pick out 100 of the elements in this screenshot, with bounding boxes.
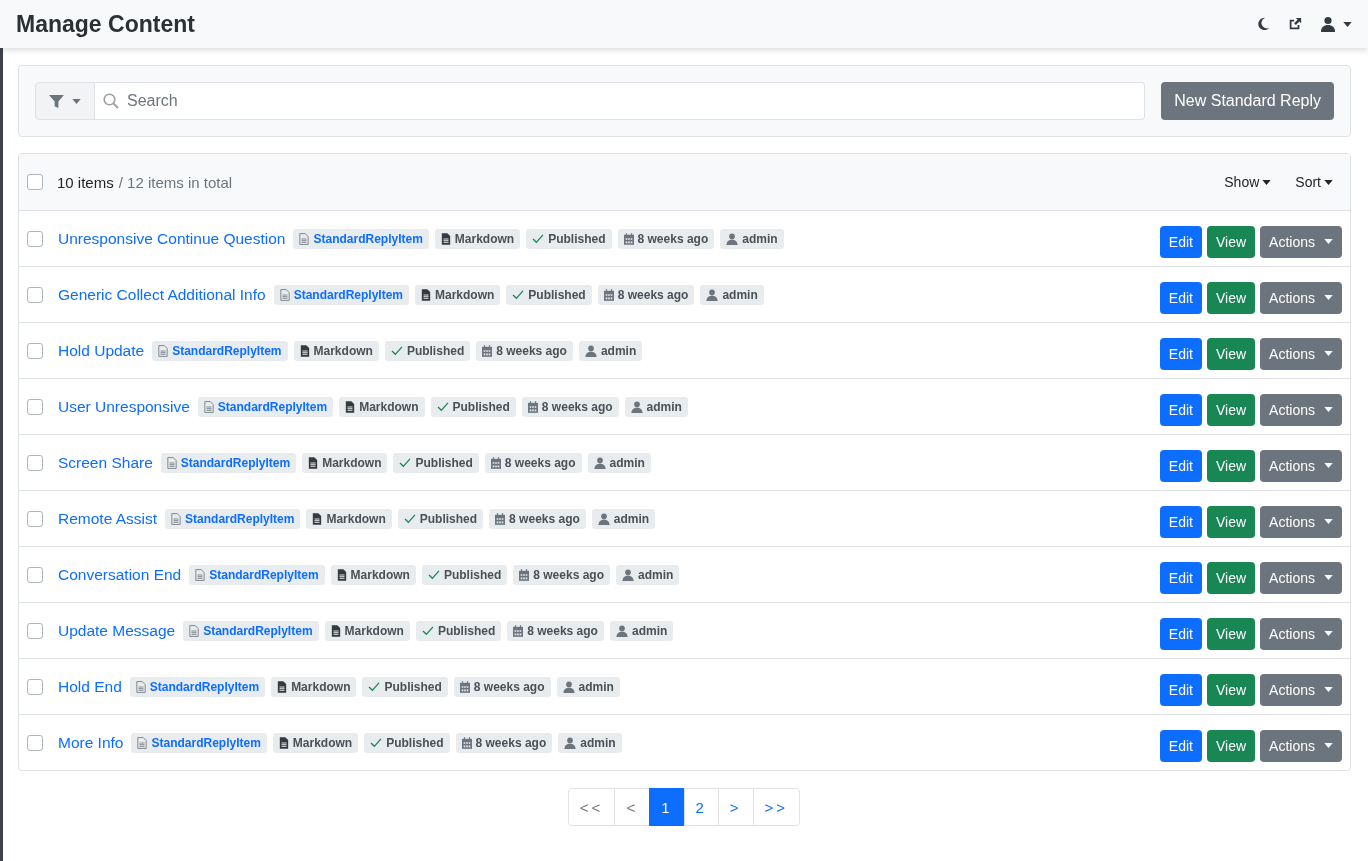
file-icon: [345, 400, 356, 413]
actions-dropdown[interactable]: Actions: [1260, 505, 1342, 538]
status-tag: Published: [364, 732, 450, 753]
file-icon: [421, 288, 431, 301]
edit-button[interactable]: Edit: [1159, 281, 1202, 314]
item-title-link[interactable]: Update Message: [58, 621, 176, 640]
author-tag: admin: [558, 732, 622, 753]
page-link[interactable]: >: [717, 788, 754, 826]
actions-dropdown[interactable]: Actions: [1260, 225, 1342, 258]
actions-dropdown[interactable]: Actions: [1260, 393, 1342, 426]
actions-dropdown[interactable]: Actions: [1260, 617, 1342, 650]
actions-dropdown[interactable]: Actions: [1260, 337, 1342, 370]
edit-button[interactable]: Edit: [1159, 393, 1202, 426]
select-all-checkbox[interactable]: [27, 174, 43, 190]
type-tag[interactable]: StandardReplyItem: [189, 564, 325, 585]
edit-button[interactable]: Edit: [1159, 617, 1202, 650]
status-tag: Published: [415, 620, 502, 641]
actions-dropdown[interactable]: Actions: [1260, 561, 1342, 594]
type-tag[interactable]: StandardReplyItem: [273, 284, 409, 305]
view-button[interactable]: View: [1207, 225, 1256, 258]
type-tag[interactable]: StandardReplyItem: [129, 676, 266, 697]
item-title-link[interactable]: Generic Collect Additional Info: [58, 285, 266, 304]
external-link-icon[interactable]: [1288, 17, 1302, 31]
row-checkbox[interactable]: [27, 286, 43, 303]
file-icon: [277, 680, 288, 693]
type-tag[interactable]: StandardReplyItem: [152, 340, 288, 361]
row-checkbox[interactable]: [27, 622, 43, 639]
user-menu[interactable]: [1320, 16, 1352, 32]
date-tag: 8 weeks ago: [597, 284, 695, 305]
actions-dropdown[interactable]: Actions: [1260, 729, 1342, 762]
item-title-link[interactable]: Screen Share: [58, 453, 153, 472]
view-button[interactable]: View: [1207, 729, 1256, 762]
status-tag: Published: [397, 508, 484, 529]
caret-icon: [1324, 631, 1333, 636]
type-tag[interactable]: StandardReplyItem: [293, 228, 429, 249]
edit-button[interactable]: Edit: [1159, 673, 1202, 706]
edit-button[interactable]: Edit: [1159, 337, 1202, 370]
edit-button[interactable]: Edit: [1159, 225, 1202, 258]
type-tag[interactable]: StandardReplyItem: [197, 396, 334, 417]
item-title-link[interactable]: Unresponsive Continue Question: [58, 229, 286, 248]
row-checkbox[interactable]: [27, 678, 43, 695]
calendar-icon: [513, 624, 524, 637]
item-title-link[interactable]: Remote Assist: [58, 509, 158, 528]
check-icon: [512, 289, 525, 300]
item-title-link[interactable]: User Unresponsive: [58, 397, 190, 416]
caret-icon: [1324, 407, 1333, 412]
page-link[interactable]: 2: [683, 788, 719, 826]
show-dropdown[interactable]: Show: [1224, 174, 1272, 190]
actions-dropdown[interactable]: Actions: [1260, 673, 1342, 706]
view-button[interactable]: View: [1207, 561, 1256, 594]
actions-dropdown[interactable]: Actions: [1260, 449, 1342, 482]
actions-dropdown[interactable]: Actions: [1260, 281, 1342, 314]
item-title-link[interactable]: Hold Update: [58, 341, 145, 360]
user-icon: [615, 624, 628, 637]
caret-icon: [1324, 463, 1333, 468]
item-title-link[interactable]: Hold End: [58, 677, 122, 696]
row-checkbox[interactable]: [27, 398, 43, 415]
item-title-link[interactable]: Conversation End: [58, 565, 182, 584]
page-link[interactable]: 1: [649, 788, 685, 826]
type-tag[interactable]: StandardReplyItem: [165, 508, 301, 529]
user-icon: [584, 344, 597, 357]
view-button[interactable]: View: [1207, 505, 1256, 538]
author-tag: admin: [720, 228, 784, 249]
user-icon: [1320, 16, 1336, 32]
edit-button[interactable]: Edit: [1159, 729, 1202, 762]
edit-button[interactable]: Edit: [1159, 505, 1202, 538]
document-icon: [137, 736, 148, 749]
page-link[interactable]: >>: [752, 788, 801, 826]
status-tag: Published: [362, 676, 448, 697]
user-icon: [622, 568, 634, 581]
view-button[interactable]: View: [1207, 281, 1256, 314]
filter-button[interactable]: [35, 82, 95, 120]
sort-dropdown[interactable]: Sort: [1295, 174, 1333, 190]
view-button[interactable]: View: [1207, 337, 1256, 370]
view-button[interactable]: View: [1207, 673, 1256, 706]
view-button[interactable]: View: [1207, 449, 1256, 482]
row-checkbox[interactable]: [27, 510, 43, 527]
date-tag: 8 weeks ago: [617, 228, 715, 249]
type-tag[interactable]: StandardReplyItem: [183, 620, 319, 641]
caret-icon: [1343, 21, 1352, 27]
format-tag: Markdown: [293, 340, 379, 361]
author-tag: admin: [578, 340, 643, 361]
row-checkbox[interactable]: [27, 454, 43, 471]
search-field[interactable]: Search: [95, 82, 1146, 120]
type-tag[interactable]: StandardReplyItem: [131, 732, 267, 753]
row-checkbox[interactable]: [27, 734, 43, 751]
view-button[interactable]: View: [1207, 617, 1256, 650]
user-icon: [597, 512, 610, 525]
new-reply-button[interactable]: New Standard Reply: [1161, 82, 1334, 120]
row-checkbox[interactable]: [27, 566, 43, 583]
edit-button[interactable]: Edit: [1159, 561, 1202, 594]
calendar-icon: [495, 512, 506, 525]
row-checkbox[interactable]: [27, 230, 43, 247]
view-button[interactable]: View: [1207, 393, 1256, 426]
row-checkbox[interactable]: [27, 342, 43, 359]
moon-icon[interactable]: [1256, 17, 1270, 31]
edit-button[interactable]: Edit: [1159, 449, 1202, 482]
document-icon: [279, 288, 290, 301]
type-tag[interactable]: StandardReplyItem: [160, 452, 297, 473]
item-title-link[interactable]: More Info: [58, 733, 124, 752]
